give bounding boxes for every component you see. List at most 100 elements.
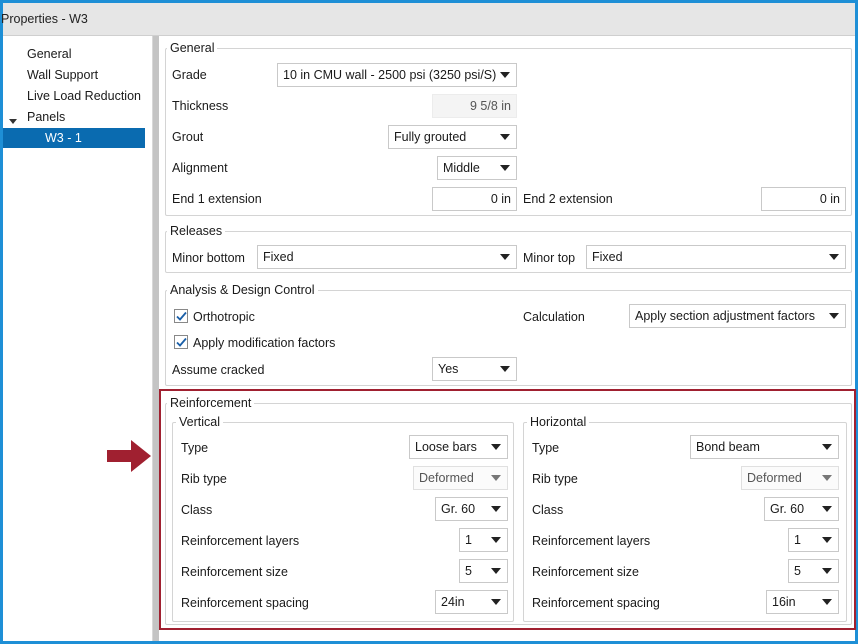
horizontal-spacing-label: Reinforcement spacing [532,596,660,610]
horizontal-size-select[interactable]: 5 [788,559,839,583]
calculation-select[interactable]: Apply section adjustment factors [629,304,846,328]
alignment-label: Alignment [172,161,228,175]
horizontal-rib-type-select-value: Deformed [747,471,802,485]
vertical-size-select[interactable]: 5 [459,559,508,583]
calculation-label: Calculation [523,310,585,324]
vertical-size-label: Reinforcement size [181,565,288,579]
vertical-class-select-value: Gr. 60 [441,502,476,516]
grade-select[interactable]: 10 in CMU wall - 2500 psi (3250 psi/S) [277,63,517,87]
minor-top-label: Minor top [523,251,576,265]
horizontal-class-label: Class [532,503,564,517]
vertical-rib-type-select-value: Deformed [419,471,474,485]
chevron-down-icon [500,134,510,140]
end1-extension-input[interactable]: 0 in [432,187,517,211]
vertical-spacing-select-value: 24in [441,595,465,609]
properties-window: Properties - W3 General Wall Support Liv… [0,0,858,644]
horizontal-type-select-value: Bond beam [696,440,760,454]
alignment-select[interactable]: Middle [437,156,517,180]
grade-select-value: 10 in CMU wall - 2500 psi (3250 psi/S) [283,68,497,82]
apply-modification-factors-checkbox[interactable] [174,335,188,349]
chevron-down-icon [829,313,839,319]
vertical-layers-select-value: 1 [465,533,472,547]
horizontal-layers-select-value: 1 [794,533,801,547]
chevron-down-icon [500,254,510,260]
sidebar-item-w3-1[interactable]: W3 - 1 [3,128,145,148]
chevron-down-icon [491,475,501,481]
minor-bottom-select-value: Fixed [263,250,294,264]
horizontal-rib-type-select: Deformed [741,466,839,490]
apply-modification-factors-label: Apply modification factors [193,336,336,350]
sidebar-item-general[interactable]: General [27,44,71,64]
vertical-spacing-label: Reinforcement spacing [181,596,309,610]
analysis-group-title: Analysis & Design Control [167,283,318,297]
chevron-down-icon [822,475,832,481]
grout-select[interactable]: Fully grouted [388,125,517,149]
chevron-down-icon [822,444,832,450]
chevron-down-icon [829,254,839,260]
horizontal-group-title: Horizontal [527,415,590,429]
orthotropic-checkbox[interactable] [174,309,188,323]
horizontal-layers-label: Reinforcement layers [532,534,651,548]
vertical-type-label: Type [181,441,209,455]
thickness-field: 9 5/8 in [432,94,517,118]
general-group-title: General [167,41,218,55]
vertical-layers-label: Reinforcement layers [181,534,300,548]
checkmark-icon [176,337,187,347]
vertical-layers-select[interactable]: 1 [459,528,508,552]
orthotropic-label: Orthotropic [193,310,255,324]
assume-cracked-select[interactable]: Yes [432,357,517,381]
window-title: Properties - W3 [1,12,88,26]
releases-group-title: Releases [167,224,226,238]
vertical-class-select[interactable]: Gr. 60 [435,497,508,521]
assume-cracked-select-value: Yes [438,362,459,376]
reinforcement-group-title: Reinforcement [167,396,255,410]
horizontal-spacing-select[interactable]: 16in [766,590,839,614]
end2-extension-label: End 2 extension [523,192,613,206]
vertical-rib-type-select: Deformed [413,466,508,490]
minor-top-select[interactable]: Fixed [586,245,846,269]
title-bar[interactable]: Properties - W3 [1,3,855,36]
chevron-down-icon [491,537,501,543]
horizontal-size-label: Reinforcement size [532,565,639,579]
chevron-down-icon [491,506,501,512]
vertical-type-select-value: Loose bars [415,440,477,454]
minor-bottom-select[interactable]: Fixed [257,245,517,269]
sidebar-item-wall-support[interactable]: Wall Support [27,65,98,85]
chevron-down-icon [491,599,501,605]
annotation-arrow-icon [107,440,151,472]
chevron-down-icon [822,506,832,512]
horizontal-rib-type-label: Rib type [532,472,578,486]
alignment-select-value: Middle [443,161,480,175]
sidebar-item-panels[interactable]: Panels [27,107,65,127]
minor-top-select-value: Fixed [592,250,623,264]
chevron-down-icon [500,366,510,372]
horizontal-layers-select[interactable]: 1 [788,528,839,552]
vertical-class-label: Class [181,503,213,517]
grout-label: Grout [172,130,204,144]
horizontal-type-select[interactable]: Bond beam [690,435,839,459]
horizontal-class-select[interactable]: Gr. 60 [764,497,839,521]
chevron-down-icon [500,72,510,78]
end2-extension-input[interactable]: 0 in [761,187,846,211]
chevron-down-icon [491,444,501,450]
expand-chevron-icon[interactable] [9,119,17,124]
vertical-size-select-value: 5 [465,564,472,578]
horizontal-size-select-value: 5 [794,564,801,578]
chevron-down-icon [500,165,510,171]
vertical-spacing-select[interactable]: 24in [435,590,508,614]
grade-label: Grade [172,68,207,82]
vertical-group-title: Vertical [176,415,223,429]
calculation-select-value: Apply section adjustment factors [635,309,815,323]
assume-cracked-label: Assume cracked [172,363,265,377]
vertical-rib-type-label: Rib type [181,472,227,486]
sidebar-tree: General Wall Support Live Load Reduction… [3,36,153,641]
minor-bottom-label: Minor bottom [172,251,245,265]
checkmark-icon [176,311,187,321]
horizontal-type-label: Type [532,441,560,455]
grout-select-value: Fully grouted [394,130,467,144]
thickness-label: Thickness [172,99,229,113]
sidebar-item-live-load-reduction[interactable]: Live Load Reduction [27,86,141,106]
chevron-down-icon [822,568,832,574]
horizontal-spacing-select-value: 16in [772,595,796,609]
vertical-type-select[interactable]: Loose bars [409,435,508,459]
